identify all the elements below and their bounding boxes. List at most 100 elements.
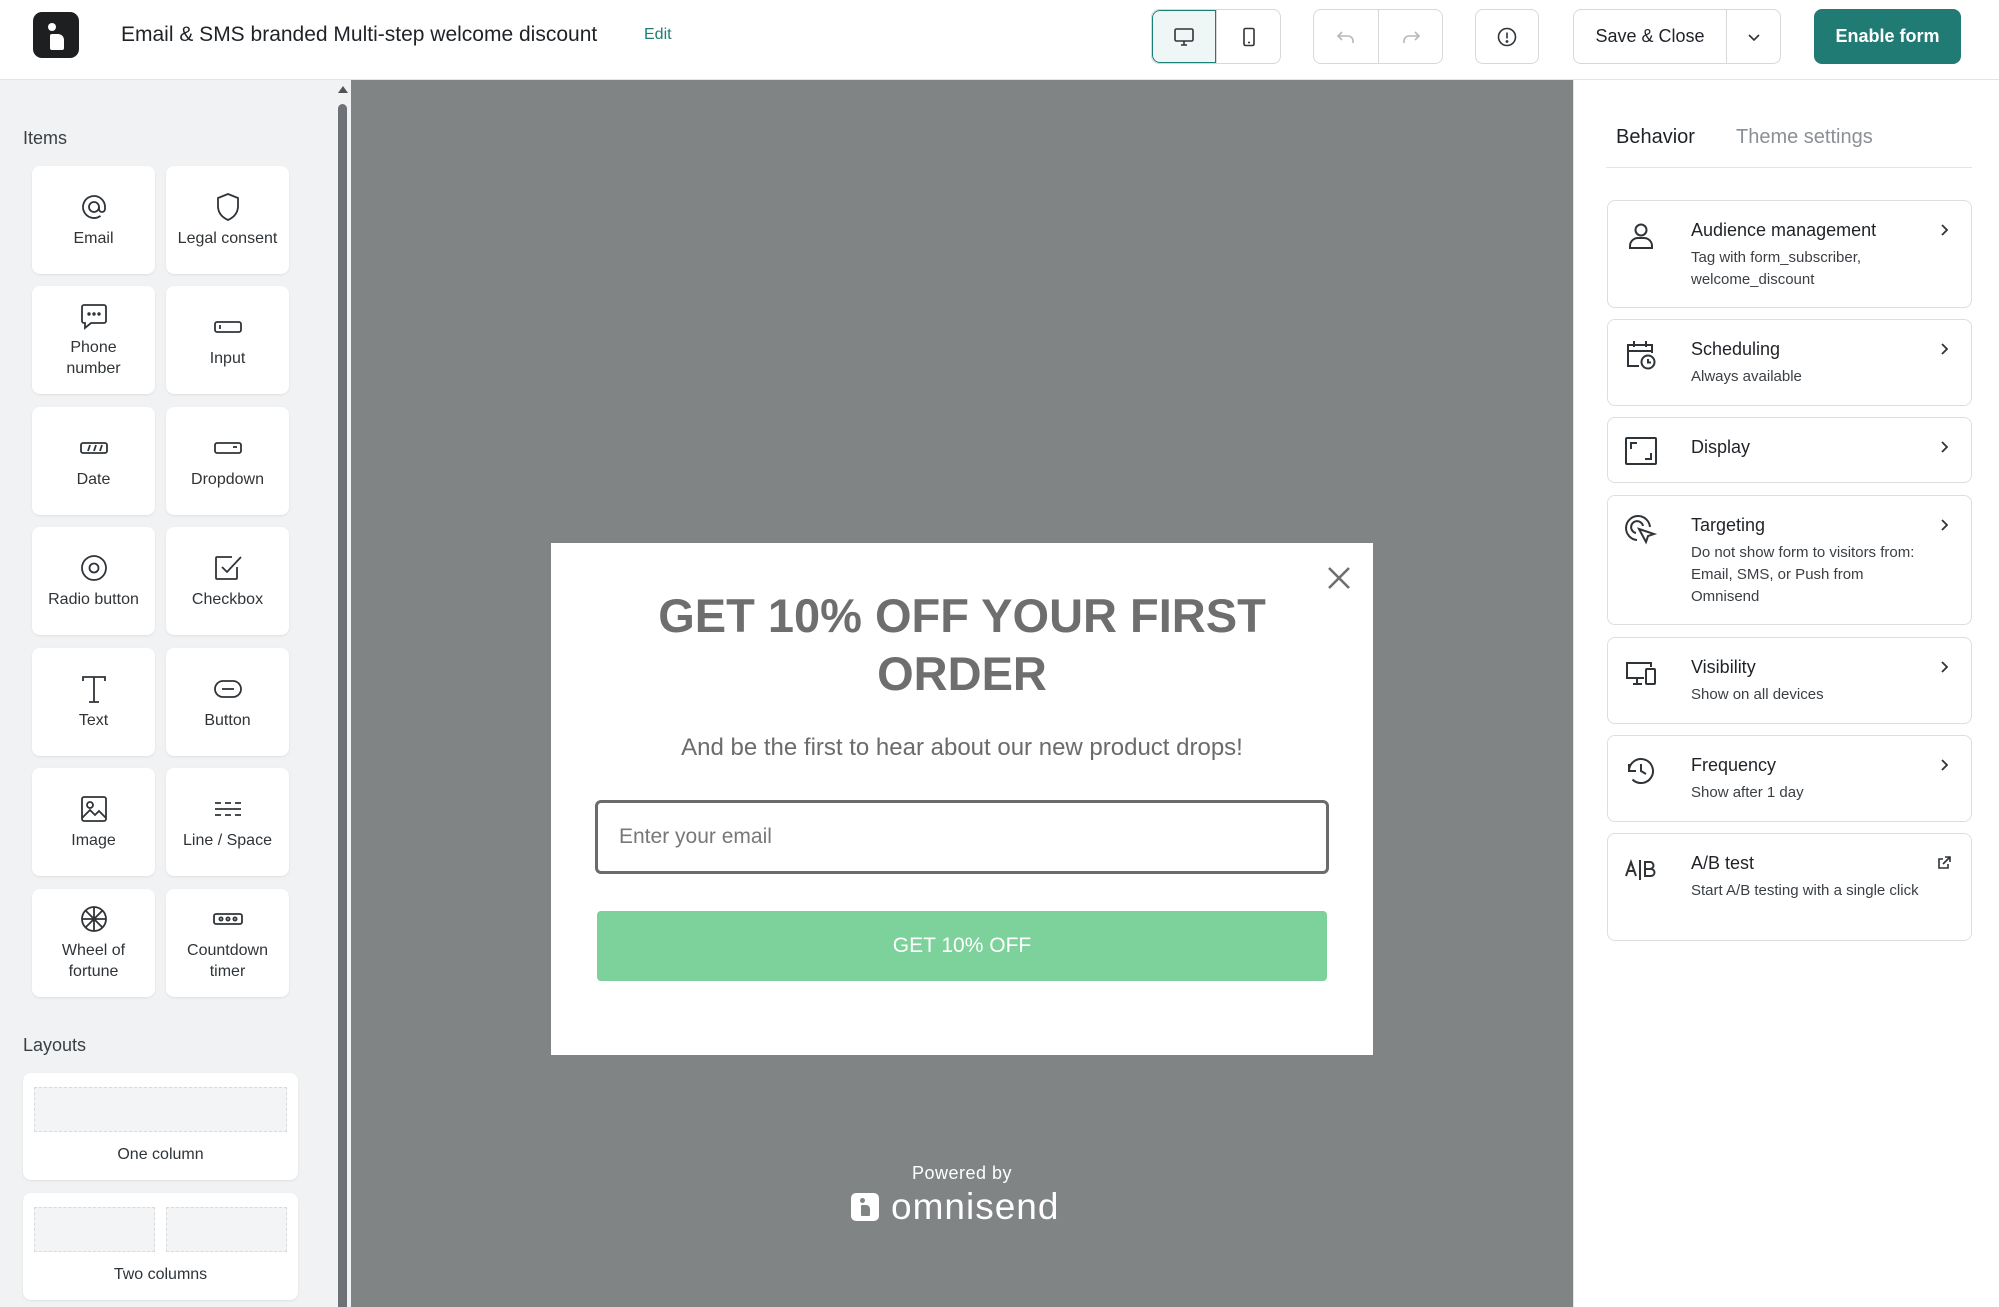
item-label: Checkbox — [191, 590, 264, 608]
item-input[interactable]: Input — [166, 286, 289, 394]
redo-icon — [1402, 30, 1420, 43]
save-options-button[interactable] — [1726, 10, 1780, 63]
chevron-down-icon — [1747, 33, 1760, 41]
item-label: Line / Space — [183, 831, 272, 849]
item-radio-button[interactable]: Radio button — [32, 527, 155, 635]
chevron-right-icon — [1941, 519, 1949, 531]
setting-title: Display — [1691, 437, 1751, 457]
scroll-thumb[interactable] — [338, 104, 347, 1307]
timer-icon — [212, 913, 243, 925]
info-button[interactable] — [1475, 9, 1539, 64]
line-space-icon — [214, 801, 241, 816]
setting-title: Targeting — [1691, 515, 1766, 535]
form-canvas: GET 10% OFF YOUR FIRST ORDER And be the … — [351, 80, 1573, 1307]
setting-description: Always available — [1691, 368, 1802, 385]
item-date[interactable]: Date — [32, 407, 155, 515]
item-wheel-of-fortune[interactable]: Wheel of fortune — [32, 889, 155, 997]
setting-ab-test[interactable]: A/B test Start A/B testing with a single… — [1607, 833, 1972, 941]
item-dropdown[interactable]: Dropdown — [166, 407, 289, 515]
setting-scheduling[interactable]: Scheduling Always available — [1607, 319, 1972, 406]
layout-one-column[interactable]: One column — [23, 1073, 298, 1180]
omnisend-logo[interactable] — [33, 12, 79, 58]
layout-two-columns[interactable]: Two columns — [23, 1193, 298, 1300]
edit-title-link[interactable]: Edit — [644, 26, 672, 44]
settings-panel: Behavior Theme settings Audience managem… — [1573, 80, 1999, 1307]
save-close-group: Save & Close — [1573, 9, 1781, 64]
item-line-space[interactable]: Line / Space — [166, 768, 289, 876]
setting-frequency[interactable]: Frequency Show after 1 day — [1607, 735, 1972, 822]
ab-test-icon — [1625, 859, 1656, 880]
get-discount-button[interactable]: GET 10% OFF — [597, 911, 1327, 981]
button-icon — [213, 679, 242, 698]
chevron-right-icon — [1941, 661, 1949, 673]
column-placeholder — [34, 1207, 155, 1252]
setting-audience-management[interactable]: Audience management Tag with form_subscr… — [1607, 200, 1972, 308]
omnisend-mark-icon — [851, 1193, 879, 1221]
item-label: Email — [73, 229, 114, 247]
enable-form-button[interactable]: Enable form — [1814, 9, 1961, 64]
chevron-right-icon — [1941, 343, 1949, 355]
sidebar-scrollbar[interactable] — [334, 80, 351, 1307]
checkbox-icon — [214, 555, 242, 580]
info-icon — [1497, 27, 1517, 46]
setting-description: Do not show form to visitors from: Email… — [1691, 544, 1915, 605]
item-phone-number[interactable]: Phone number — [32, 286, 155, 394]
popup-subline[interactable]: And be the first to hear about our new p… — [591, 734, 1333, 762]
item-checkbox[interactable]: Checkbox — [166, 527, 289, 635]
item-label: Radio button — [48, 590, 139, 608]
setting-title: Frequency — [1691, 755, 1777, 775]
wheel-icon — [80, 906, 107, 932]
panel-tabs: Behavior Theme settings — [1606, 126, 1972, 168]
desktop-icon — [1174, 27, 1194, 46]
tab-behavior[interactable]: Behavior — [1616, 126, 1695, 149]
setting-description: Tag with form_subscriber, welcome_discou… — [1691, 249, 1862, 288]
undo-icon — [1336, 30, 1354, 43]
popup-form[interactable]: GET 10% OFF YOUR FIRST ORDER And be the … — [551, 543, 1373, 1055]
external-link-icon — [1938, 856, 1951, 869]
item-label: Countdown timer — [187, 942, 268, 980]
layouts-heading: Layouts — [23, 1035, 87, 1055]
save-close-button[interactable]: Save & Close — [1574, 10, 1726, 63]
item-text[interactable]: Text — [32, 648, 155, 756]
column-placeholder — [34, 1087, 287, 1132]
item-label: Wheel of fortune — [61, 942, 126, 980]
item-button[interactable]: Button — [166, 648, 289, 756]
popup-headline[interactable]: GET 10% OFF YOUR FIRST ORDER — [591, 587, 1333, 703]
item-countdown-timer[interactable]: Countdown timer — [166, 889, 289, 997]
powered-by-label: Powered by — [911, 1163, 1013, 1183]
history-controls — [1313, 9, 1443, 64]
display-frame-icon — [1625, 437, 1657, 465]
shield-icon — [216, 192, 239, 221]
item-legal-consent[interactable]: Legal consent — [166, 166, 289, 274]
target-cursor-icon — [1625, 515, 1658, 545]
devices-icon — [1626, 662, 1656, 685]
item-email[interactable]: Email — [32, 166, 155, 274]
at-icon — [81, 194, 106, 219]
mobile-icon — [1242, 27, 1255, 46]
scroll-up-arrow[interactable] — [338, 86, 348, 93]
tab-theme-settings[interactable]: Theme settings — [1736, 126, 1873, 149]
omnisend-brand: omnisend — [851, 1187, 1059, 1227]
mobile-view-button[interactable] — [1216, 10, 1280, 63]
setting-description: Show after 1 day — [1691, 784, 1804, 801]
items-heading: Items — [23, 128, 68, 148]
item-label: Date — [76, 470, 111, 488]
undo-button[interactable] — [1314, 10, 1378, 63]
device-toggle — [1151, 9, 1281, 64]
image-icon — [80, 795, 107, 822]
redo-button[interactable] — [1378, 10, 1442, 63]
setting-display[interactable]: Display — [1607, 417, 1972, 483]
setting-visibility[interactable]: Visibility Show on all devices — [1607, 637, 1972, 724]
desktop-view-button[interactable] — [1152, 10, 1216, 63]
email-input[interactable] — [595, 800, 1329, 874]
brand-name: omnisend — [891, 1186, 1060, 1227]
item-image[interactable]: Image — [32, 768, 155, 876]
top-bar: Email & SMS branded Multi-step welcome d… — [0, 0, 1999, 80]
column-placeholder — [166, 1207, 287, 1252]
item-label: Legal consent — [177, 229, 278, 247]
input-icon — [213, 320, 242, 333]
setting-targeting[interactable]: Targeting Do not show form to visitors f… — [1607, 495, 1972, 625]
setting-description: Start A/B testing with a single click — [1691, 882, 1919, 899]
item-label: Image — [71, 831, 116, 849]
radio-icon — [80, 554, 107, 581]
